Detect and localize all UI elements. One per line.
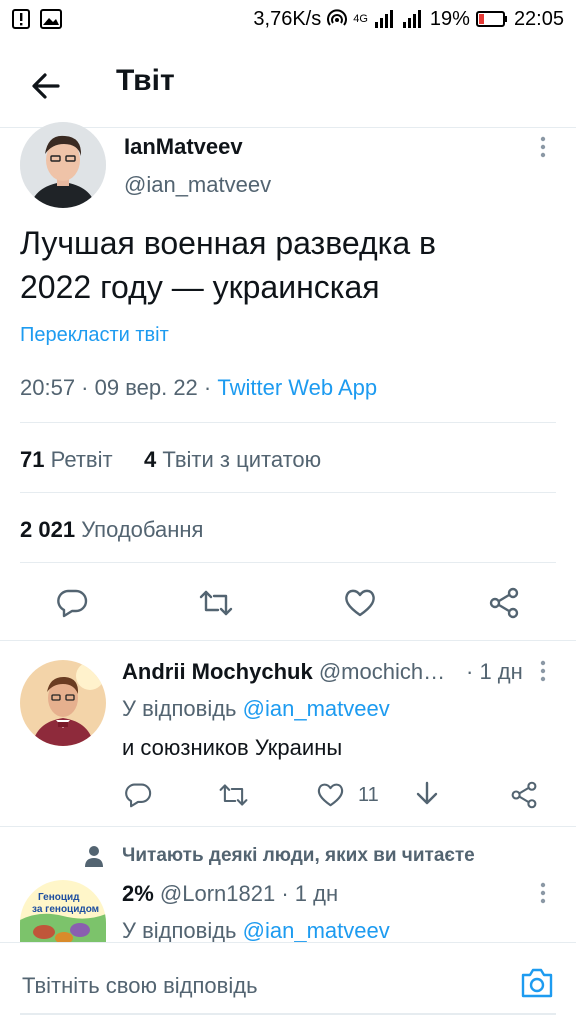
- tweet-timestamp: 20:57 · 09 вер. 22 ·: [20, 375, 218, 400]
- social-context-text: Читають деякі люди, яких ви читаєте: [122, 845, 475, 866]
- retweet-icon: [198, 588, 234, 618]
- status-bar: 3,76K/s 4G 19% 22:05: [0, 0, 576, 38]
- reply-to-link[interactable]: @ian_matveev: [243, 696, 390, 721]
- app-header: Твіт: [0, 40, 576, 128]
- reply2-author-name[interactable]: 2%: [122, 881, 154, 906]
- divider-stats: [20, 492, 556, 493]
- author-name[interactable]: IanMatveev: [124, 134, 243, 160]
- reply2-avatar[interactable]: Геноцид за геноцидом: [20, 880, 106, 942]
- reply-avatar[interactable]: [20, 660, 106, 746]
- more-vertical-icon: [538, 882, 548, 906]
- composer-bar: Твітніть свою відповідь: [0, 942, 576, 1024]
- reply-context: У відповідь @ian_matveev: [122, 696, 390, 722]
- divider-actions: [0, 640, 576, 641]
- reply-author-handle[interactable]: @mochich…: [319, 659, 445, 684]
- arrow-down-icon: [414, 780, 440, 808]
- likes-stat[interactable]: 2 021 Уподобання: [20, 517, 203, 543]
- retweet-button[interactable]: [198, 588, 234, 618]
- camera-button[interactable]: [520, 967, 554, 999]
- quotes-stat[interactable]: 4 Твіти з цитатою: [144, 447, 321, 473]
- reply1-retweet-button[interactable]: [218, 782, 249, 808]
- reply-header: Andrii Mochychuk @mochich…: [122, 659, 445, 685]
- reply2-context: У відповідь @ian_matveev: [122, 918, 390, 942]
- reply2-avatar-text-line2: за геноцидом: [32, 904, 100, 915]
- reply-composer-input[interactable]: Твітніть свою відповідь: [22, 973, 258, 999]
- author-handle[interactable]: @ian_matveev: [124, 172, 271, 198]
- tweet-source-link[interactable]: Twitter Web App: [217, 375, 377, 400]
- tweet-text-line-1: Лучшая военная разведка в: [20, 225, 437, 261]
- signal-icon: [374, 10, 396, 28]
- author-avatar[interactable]: [20, 122, 106, 208]
- reply2-header: 2% @Lorn1821 · 1 дн: [122, 881, 338, 907]
- reply-prefix: У відповідь: [122, 696, 237, 721]
- reply2-to-link[interactable]: @ian_matveev: [243, 918, 390, 942]
- tweet-more-button[interactable]: [538, 136, 548, 160]
- more-vertical-icon: [538, 136, 548, 160]
- header-divider: [0, 127, 576, 128]
- page-title: Твіт: [116, 64, 175, 97]
- reply2-avatar-text-line1: Геноцид: [38, 892, 80, 903]
- battery-icon: [475, 10, 508, 28]
- tweet-text-line-2: 2022 году — украинская: [20, 269, 380, 305]
- person-icon: [84, 845, 104, 867]
- retweets-label: Ретвіт: [50, 447, 113, 472]
- reply2-author-handle[interactable]: @Lorn1821: [160, 881, 275, 906]
- retweet-icon: [218, 782, 249, 808]
- camera-icon: [520, 967, 554, 999]
- composer-underline: [20, 1013, 556, 1015]
- network-speed: 3,76K/s: [253, 7, 322, 30]
- alert-icon: [12, 9, 30, 29]
- reply-author-name[interactable]: Andrii Mochychuk: [122, 659, 313, 684]
- likes-count: 2 021: [20, 517, 76, 542]
- translate-link[interactable]: Перекласти твіт: [20, 324, 169, 347]
- share-icon: [488, 587, 520, 619]
- reply-time: · 1 дн: [466, 659, 523, 684]
- clock: 22:05: [513, 7, 564, 30]
- reply1-like-button[interactable]: [316, 782, 345, 808]
- reply1-reply-button[interactable]: [124, 782, 152, 808]
- network-type: 4G: [353, 13, 368, 25]
- back-button[interactable]: [26, 66, 66, 106]
- heart-icon: [316, 782, 345, 808]
- signal-icon-2: [402, 10, 424, 28]
- divider-meta: [20, 422, 556, 423]
- heart-icon: [343, 588, 377, 618]
- reply2-more-button[interactable]: [538, 882, 548, 906]
- divider-reply1: [0, 826, 576, 827]
- reply2-time: · 1 дн: [281, 881, 339, 906]
- retweets-stat[interactable]: 71 Ретвіт: [20, 447, 113, 473]
- reply-text: и союзников Украины: [122, 735, 343, 760]
- quotes-label: Твіти з цитатою: [162, 447, 322, 472]
- share-icon: [510, 781, 538, 809]
- battery-level: 19%: [429, 7, 470, 30]
- reply-button[interactable]: [56, 588, 88, 618]
- reply-icon: [124, 782, 152, 808]
- quotes-count: 4: [144, 447, 157, 472]
- image-icon: [40, 9, 62, 29]
- tweet-meta: 20:57 · 09 вер. 22 · Twitter Web App: [20, 375, 377, 401]
- reply2-prefix: У відповідь: [122, 918, 237, 942]
- reply1-download-button[interactable]: [414, 780, 440, 808]
- retweets-count: 71: [20, 447, 45, 472]
- reply1-share-button[interactable]: [510, 781, 538, 809]
- share-button[interactable]: [488, 587, 520, 619]
- reply1-like-count: 11: [358, 784, 379, 806]
- like-button[interactable]: [343, 588, 377, 618]
- reply-more-button[interactable]: [538, 660, 548, 684]
- likes-label: Уподобання: [81, 517, 204, 542]
- reply-icon: [56, 588, 88, 618]
- arrow-left-icon: [26, 66, 66, 106]
- more-vertical-icon: [538, 660, 548, 684]
- hotspot-icon: [327, 9, 348, 29]
- divider-likes: [20, 562, 556, 563]
